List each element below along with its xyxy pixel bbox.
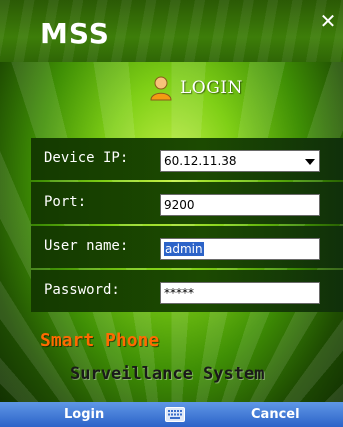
login-softkey[interactable]: Login <box>64 405 104 424</box>
tagline-surveillance-system: Surveillance System <box>70 364 265 384</box>
app-brand: MSS <box>40 17 110 50</box>
port-row: Port: 9200 <box>31 182 343 224</box>
device-ip-row: Device IP: 60.12.11.38 <box>31 138 343 180</box>
device-ip-value: 60.12.11.38 <box>164 154 237 168</box>
tagline-smart-phone: Smart Phone <box>40 330 160 351</box>
cancel-softkey[interactable]: Cancel <box>251 405 300 424</box>
password-row: Password: ***** <box>31 270 343 312</box>
softkey-bar: Login Cancel <box>0 402 343 427</box>
username-row: User name: admin <box>31 226 343 268</box>
password-label: Password: <box>44 282 120 298</box>
port-value: 9200 <box>164 198 195 212</box>
login-title: LOGIN <box>180 78 243 98</box>
title-bar: MSS ✕ <box>0 0 343 62</box>
keyboard-icon[interactable] <box>165 407 185 422</box>
port-field[interactable]: 9200 <box>160 194 320 216</box>
password-field[interactable]: ***** <box>160 282 320 304</box>
login-screen: MSS ✕ LOGIN Device IP: 60.12.11.38 Port:… <box>0 0 343 427</box>
user-icon <box>150 76 172 101</box>
device-ip-select[interactable]: 60.12.11.38 <box>160 150 320 172</box>
username-value: admin <box>164 242 204 256</box>
username-label: User name: <box>44 238 129 254</box>
close-icon[interactable]: ✕ <box>318 10 338 32</box>
device-ip-label: Device IP: <box>44 150 129 166</box>
login-header: LOGIN <box>148 73 243 103</box>
port-label: Port: <box>44 194 87 210</box>
chevron-down-icon[interactable] <box>305 159 315 165</box>
password-value: ***** <box>164 286 194 300</box>
username-field[interactable]: admin <box>160 238 320 260</box>
